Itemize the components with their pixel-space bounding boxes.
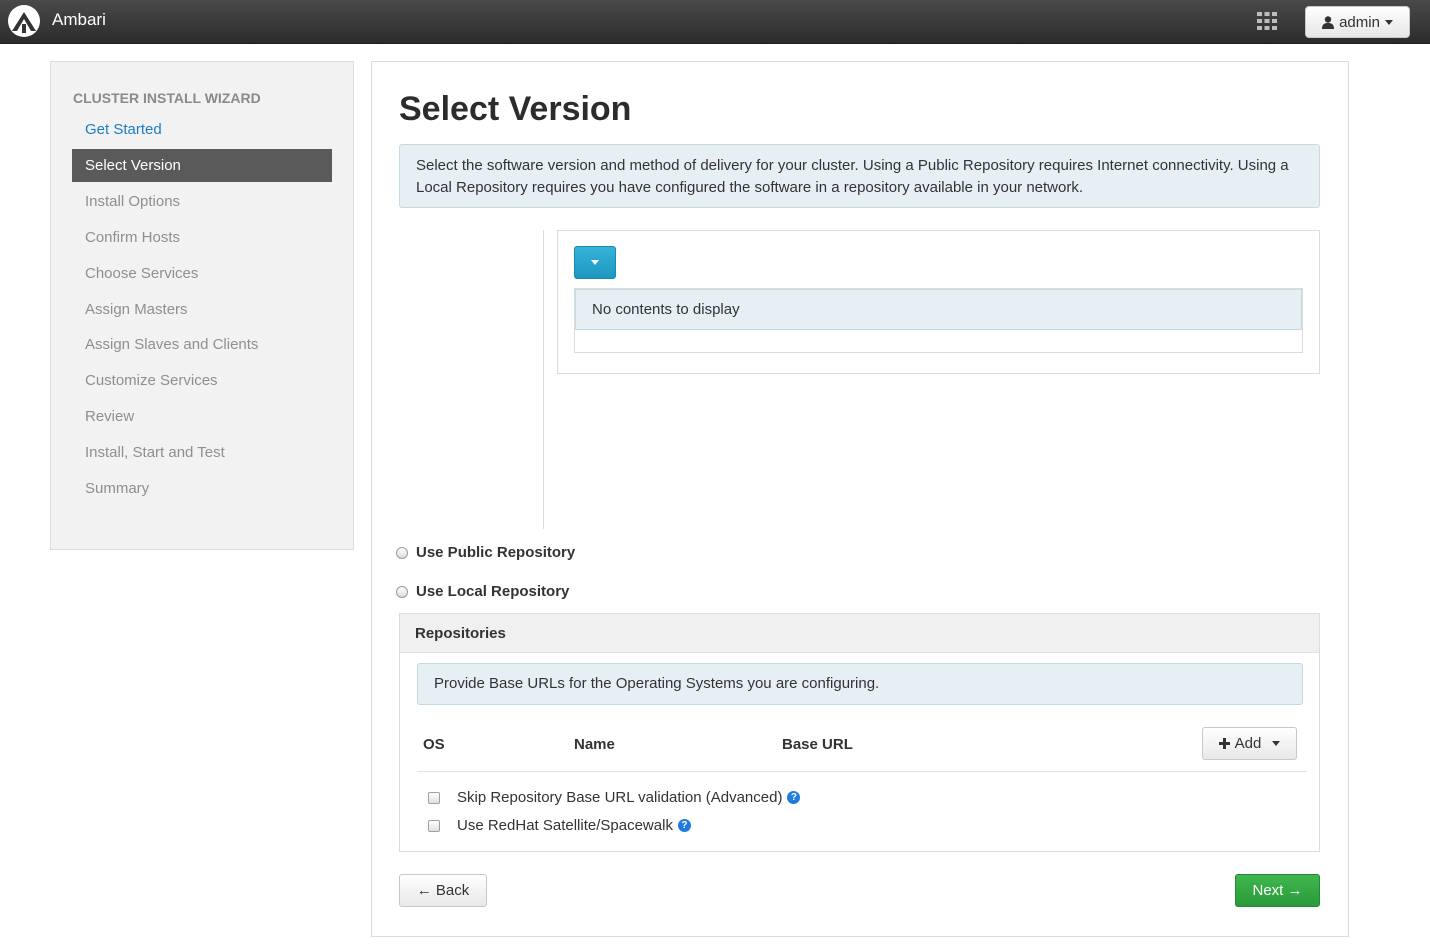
local-repo-option[interactable]: Use Local Repository [396,583,569,600]
local-repo-label: Use Local Repository [416,583,570,600]
column-header-base-url: Base URL [782,736,853,753]
chevron-down-icon [1384,19,1393,25]
brand-name[interactable]: Ambari [52,10,106,30]
no-contents-message: No contents to display [575,289,1302,330]
satellite-label: Use RedHat Satellite/Spacewalk [457,817,673,834]
column-header-os: OS [423,736,445,753]
sidebar-item-confirm-hosts: Confirm Hosts [85,228,181,246]
user-icon [1322,15,1335,29]
apps-grid-icon[interactable] [1257,12,1277,30]
sidebar-item-review: Review [85,408,135,426]
add-label: Add [1234,735,1262,752]
table-divider [417,771,1307,772]
sidebar-item-install-options: Install Options [85,192,181,210]
back-button[interactable]: ← Back [399,874,487,907]
top-navbar: Ambari admin [0,0,1430,44]
next-button[interactable]: Next → [1235,874,1320,907]
ambari-logo-icon[interactable] [7,4,41,38]
add-os-button[interactable]: Add [1202,727,1297,760]
sidebar-item-customize-services: Customize Services [85,372,218,390]
skip-validation-row: Skip Repository Base URL validation (Adv… [428,789,801,806]
public-repo-option[interactable]: Use Public Repository [396,544,575,561]
public-repo-label: Use Public Repository [416,544,576,561]
skip-validation-label: Skip Repository Base URL validation (Adv… [457,789,783,806]
local-repo-radio[interactable] [396,585,408,598]
intro-alert: Select the software version and method o… [399,144,1320,208]
sidebar-item-summary: Summary [85,480,150,497]
public-repo-radio[interactable] [396,546,408,559]
version-divider [543,230,544,529]
repositories-heading: Repositories [400,614,1319,653]
sidebar-item-select-version[interactable]: Select Version [72,148,332,182]
satellite-row: Use RedHat Satellite/Spacewalk ? [428,817,691,834]
chevron-down-icon [591,260,599,265]
sidebar-item-choose-services: Choose Services [85,264,199,282]
sidebar-header: CLUSTER INSTALL WIZARD [73,90,261,106]
question-circle-icon[interactable]: ? [787,791,801,804]
sidebar-item-assign-masters: Assign Masters [85,300,188,318]
repositories-info-alert: Provide Base URLs for the Operating Syst… [417,663,1303,705]
version-dropdown-button[interactable] [574,246,616,279]
page-title: Select Version [399,90,632,128]
column-header-name: Name [574,736,615,753]
user-menu-button[interactable]: admin [1305,6,1410,38]
sidebar-item-assign-slaves-and-clients: Assign Slaves and Clients [85,336,259,354]
user-name: admin [1339,13,1380,31]
chevron-down-icon [1272,741,1281,746]
skip-validation-checkbox[interactable] [428,791,440,804]
plus-icon [1218,738,1230,749]
sidebar-item-install-start-and-test: Install, Start and Test [85,444,225,462]
question-circle-icon[interactable]: ? [677,819,691,832]
sidebar-item-get-started[interactable]: Get Started [72,113,332,146]
satellite-checkbox[interactable] [428,819,440,832]
